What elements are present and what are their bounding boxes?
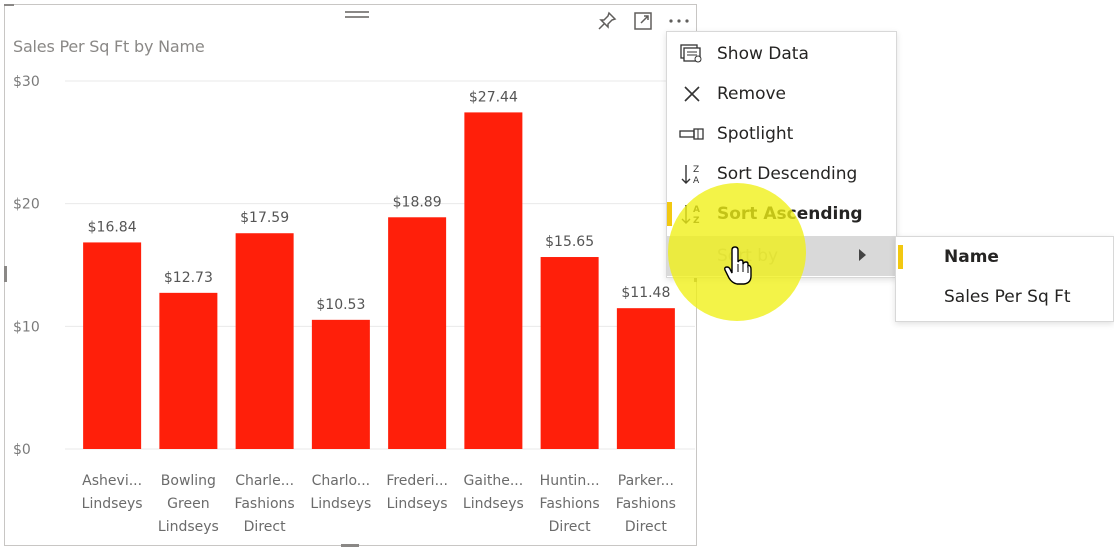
svg-text:Z: Z [693, 216, 700, 225]
show-data-icon [679, 44, 705, 64]
bar [235, 233, 294, 449]
data-label: $12.73 [164, 270, 213, 286]
x-tick-label: Lindseys [310, 496, 371, 512]
menu-item-sort-descending[interactable]: ZA Sort Descending [667, 154, 896, 194]
x-tick-label: Ashevi... [82, 473, 142, 489]
bar [540, 257, 599, 449]
data-label: $10.53 [316, 297, 365, 313]
svg-text:Z: Z [693, 165, 699, 175]
y-tick-label: $30 [13, 74, 40, 90]
chart-visual[interactable]: Sales Per Sq Ft by Name $0 $10 $20 $30 $16.8… [4, 4, 697, 546]
selected-indicator [667, 202, 672, 226]
x-tick-label: Direct [625, 519, 667, 535]
menu-item-label: Remove [717, 84, 786, 104]
data-label: $27.44 [469, 89, 518, 105]
x-tick-label: Direct [244, 519, 286, 535]
x-tick-label: Lindseys [82, 496, 143, 512]
svg-text:A: A [693, 176, 700, 185]
selected-indicator [898, 245, 903, 269]
bar [311, 319, 370, 449]
x-tick-label: Parker... [618, 473, 674, 489]
x-tick-label: Charlo... [312, 473, 371, 489]
data-label: $15.65 [545, 234, 594, 250]
data-label: $17.59 [240, 210, 289, 226]
close-icon [679, 84, 705, 104]
resize-grip-bottom[interactable] [341, 544, 359, 547]
menu-item-show-data[interactable]: Show Data [667, 34, 896, 74]
sort-by-submenu: Name Sales Per Sq Ft [895, 236, 1114, 322]
y-tick-label: $20 [13, 197, 40, 213]
bar [616, 308, 675, 449]
sort-ascending-icon: AZ [679, 204, 705, 225]
y-tick-label: $10 [13, 319, 40, 335]
menu-item-label: Sort Ascending [717, 204, 863, 224]
data-label: $16.84 [88, 219, 137, 235]
menu-item-spotlight[interactable]: Spotlight [667, 114, 896, 154]
x-tick-label: Charle... [235, 473, 294, 489]
menu-item-label: Spotlight [717, 124, 794, 144]
x-tick-label: Lindseys [387, 496, 448, 512]
menu-item-label: Show Data [717, 44, 809, 64]
x-tick-label: Fashions [616, 496, 676, 512]
submenu-item-name[interactable]: Name [896, 237, 1113, 277]
bar [464, 112, 523, 450]
y-tick-label: $0 [13, 442, 31, 458]
context-menu: Show Data Remove Spotlight ZA Sort Desce… [666, 31, 897, 278]
x-tick-label: Frederi... [386, 473, 448, 489]
menu-item-label: Sort by [717, 246, 779, 266]
x-tick-label: Gaithe... [464, 473, 524, 489]
submenu-arrow-icon [859, 249, 866, 261]
svg-text:A: A [693, 205, 700, 215]
sort-descending-icon: ZA [679, 164, 705, 185]
x-tick-label: Direct [549, 519, 591, 535]
data-label: $18.89 [393, 194, 442, 210]
menu-item-sort-by[interactable]: Sort by [667, 236, 896, 276]
menu-item-remove[interactable]: Remove [667, 74, 896, 114]
x-tick-label: Huntin... [540, 473, 600, 489]
bar [83, 242, 142, 449]
resize-grip-top-left[interactable] [4, 4, 14, 6]
submenu-item-sales-per-sq-ft[interactable]: Sales Per Sq Ft [896, 277, 1113, 317]
x-tick-label: Fashions [235, 496, 295, 512]
x-tick-label: Lindseys [463, 496, 524, 512]
menu-item-sort-ascending[interactable]: AZ Sort Ascending [667, 194, 896, 234]
menu-item-label: Sort Descending [717, 164, 858, 184]
spotlight-icon [679, 124, 705, 144]
bar [159, 292, 218, 449]
resize-grip-left[interactable] [4, 266, 7, 282]
bar-chart: $0 $10 $20 $30 $16.84 Ashevi... Lindseys $12.73… [13, 74, 695, 535]
bar [388, 217, 447, 449]
x-tick-label: Lindseys [158, 519, 219, 535]
data-label: $11.48 [621, 285, 670, 301]
x-tick-label: Green [167, 496, 209, 512]
x-tick-label: Bowling [161, 473, 216, 489]
x-tick-label: Fashions [540, 496, 600, 512]
